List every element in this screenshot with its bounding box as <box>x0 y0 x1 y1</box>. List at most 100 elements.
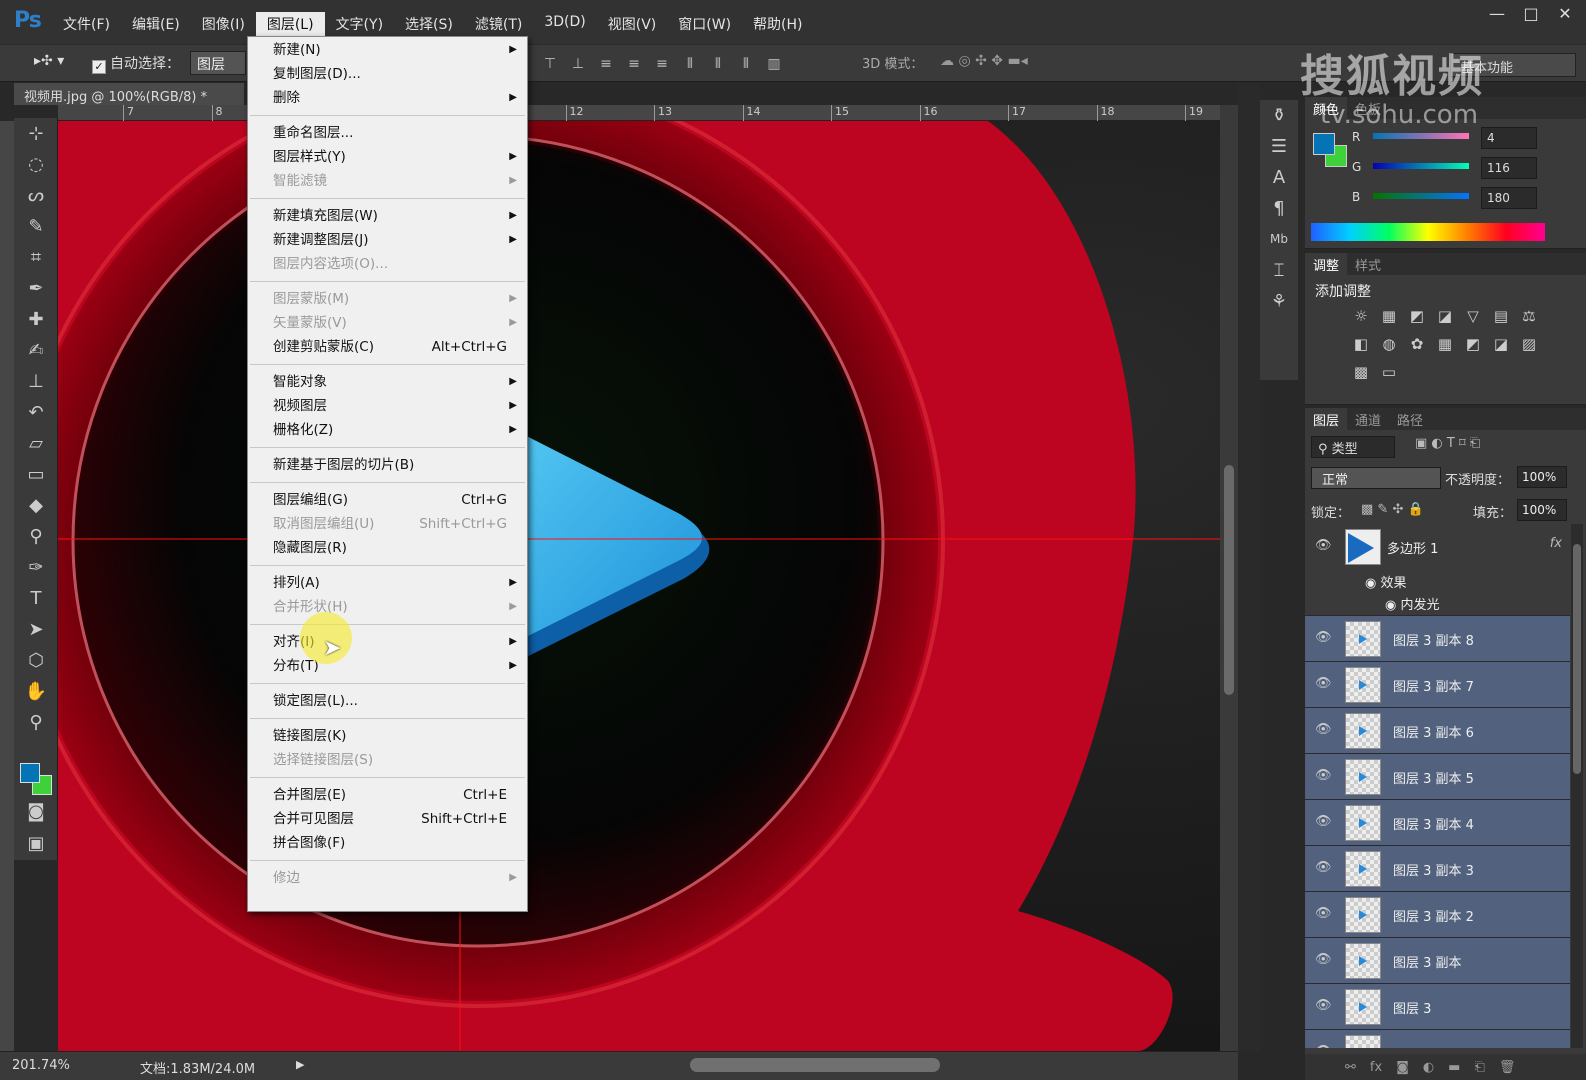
layer-menu-item[interactable]: 栅格化(Z) ▶ <box>248 418 527 442</box>
menu-9[interactable]: 窗口(W) <box>667 12 742 36</box>
marquee-tool-icon[interactable]: ◌ <box>14 149 58 180</box>
minimize-icon[interactable]: — <box>1482 2 1512 26</box>
eye-icon[interactable]: 👁 <box>1315 630 1332 645</box>
distribute-bottom-icon[interactable]: ≡ <box>652 54 672 74</box>
gradient-map-icon[interactable]: ▩ <box>1351 363 1371 385</box>
panel-tab[interactable]: 通道 <box>1347 408 1389 430</box>
gradient-tool-icon[interactable]: ▭ <box>14 459 58 490</box>
paragraph-panel-icon[interactable]: ¶ <box>1260 193 1298 224</box>
adjustment-layer-icon[interactable]: ◐ <box>1423 1060 1434 1075</box>
document-canvas[interactable] <box>58 121 1220 1051</box>
horizontal-scroll-thumb[interactable] <box>690 1058 940 1072</box>
menu-7[interactable]: 3D(D) <box>533 12 596 36</box>
vibrance-icon[interactable]: ▽ <box>1463 307 1483 329</box>
screen-mode-icon[interactable]: ▣ <box>14 828 58 859</box>
layer-menu-item[interactable]: 链接图层(K) <box>248 724 527 748</box>
layer-menu-item[interactable]: 创建剪贴蒙版(C) Alt+Ctrl+G <box>248 335 527 359</box>
exposure-icon[interactable]: ◪ <box>1435 307 1455 329</box>
history-panel-icon[interactable]: ⚱ <box>1260 100 1298 131</box>
history-brush-tool-icon[interactable]: ↶ <box>14 397 58 428</box>
distribute-left-icon[interactable]: ⫴ <box>680 54 700 74</box>
threshold-icon[interactable]: ▨ <box>1519 335 1539 357</box>
layer-menu-item[interactable]: 排列(A) ▶ <box>248 571 527 595</box>
healing-brush-tool-icon[interactable]: ✚ <box>14 304 58 335</box>
layer-menu-item[interactable]: 新建调整图层(J) ▶ <box>248 228 527 252</box>
scroll-thumb[interactable] <box>1224 465 1234 695</box>
layer-row[interactable]: 👁 图层 3 <box>1305 984 1570 1030</box>
foreground-color-swatch[interactable] <box>20 763 40 783</box>
eye-icon[interactable]: 👁 <box>1315 1044 1332 1048</box>
distribute-vcenter-icon[interactable]: ≡ <box>624 54 644 74</box>
green-slider[interactable] <box>1373 163 1469 169</box>
3d-mode-icons[interactable]: ☁ ◎ ✣ ✥ ▬◂ <box>940 53 1028 69</box>
clone-stamp-tool-icon[interactable]: ⊥ <box>14 366 58 397</box>
quick-select-tool-icon[interactable]: ✎ <box>14 211 58 242</box>
align-top-icon[interactable]: ⊤ <box>540 54 560 74</box>
layer-menu-item[interactable]: 删除 ▶ <box>248 86 527 110</box>
pen-tool-icon[interactable]: ✑ <box>14 552 58 583</box>
eye-icon[interactable]: 👁 <box>1315 722 1332 737</box>
layer-menu-item[interactable]: 视频图层 ▶ <box>248 394 527 418</box>
color-lookup-icon[interactable]: ▦ <box>1435 335 1455 357</box>
maximize-icon[interactable]: □ <box>1516 2 1546 26</box>
menu-3[interactable]: 图层(L) <box>255 12 325 36</box>
layer-row[interactable]: 👁 图层 3 副本 5 <box>1305 754 1570 800</box>
panel-tab[interactable]: 图层 <box>1305 408 1348 430</box>
hue-saturation-icon[interactable]: ▤ <box>1491 307 1511 329</box>
fx-icon[interactable]: fx <box>1370 1060 1382 1075</box>
menu-2[interactable]: 图像(I) <box>191 12 256 36</box>
layer-row[interactable]: 👁 图层 3 副本 2 <box>1305 892 1570 938</box>
add-mask-icon[interactable]: ◙ <box>1396 1060 1409 1075</box>
close-icon[interactable]: ✕ <box>1550 2 1580 26</box>
scroll-thumb[interactable] <box>1573 544 1581 774</box>
zoom-level[interactable]: 201.74% <box>12 1058 70 1073</box>
eye-icon[interactable]: 👁 <box>1315 860 1332 875</box>
align-bottom-icon[interactable]: ⊥ <box>568 54 588 74</box>
panel-tab[interactable]: 调整 <box>1305 253 1348 275</box>
lasso-tool-icon[interactable]: ᔕ <box>14 180 58 211</box>
eye-icon[interactable]: 👁 <box>1315 998 1332 1013</box>
lock-icons[interactable]: ▩ ✎ ✣ 🔒 <box>1361 502 1424 517</box>
path-select-tool-icon[interactable]: ➤ <box>14 614 58 645</box>
layer-row[interactable]: 👁 图层 3 副本 3 <box>1305 846 1570 892</box>
auto-select-target-dropdown[interactable]: 图层 <box>190 51 246 75</box>
panel-tab[interactable]: 路径 <box>1389 408 1431 430</box>
eye-icon[interactable]: 👁 <box>1315 676 1332 691</box>
new-layer-icon[interactable]: ⎗ <box>1474 1060 1484 1075</box>
eraser-tool-icon[interactable]: ▱ <box>14 428 58 459</box>
link-layers-icon[interactable]: ⚯ <box>1345 1060 1356 1075</box>
layer-menu-item[interactable]: 图层样式(Y) ▶ <box>248 145 527 169</box>
eyedropper-tool-icon[interactable]: ✒ <box>14 273 58 304</box>
photo-filter-icon[interactable]: ◍ <box>1379 335 1399 357</box>
blue-value-input[interactable]: 180 <box>1481 187 1537 209</box>
blur-tool-icon[interactable]: ◆ <box>14 490 58 521</box>
brush-tool-icon[interactable]: ✍ <box>14 335 58 366</box>
menu-8[interactable]: 视图(V) <box>597 12 668 36</box>
menu-6[interactable]: 滤镜(T) <box>464 12 533 36</box>
quick-mask-icon[interactable]: ◙ <box>14 796 58 827</box>
eye-icon[interactable]: 👁 <box>1315 814 1332 829</box>
eye-icon[interactable]: 👁 <box>1315 952 1332 967</box>
crop-tool-icon[interactable]: ⌗ <box>14 242 58 273</box>
new-group-icon[interactable]: ▬ <box>1448 1060 1460 1075</box>
distribute-right-icon[interactable]: ⫴ <box>736 54 756 74</box>
timeline-panel-icon[interactable]: ⌶ <box>1260 255 1298 286</box>
blue-slider[interactable] <box>1373 193 1469 199</box>
eye-icon[interactable]: 👁 <box>1315 538 1332 553</box>
panel-tab[interactable]: 样式 <box>1347 253 1389 275</box>
layer-menu-item[interactable]: 分布(T) ▶ <box>248 654 527 678</box>
layer-row[interactable]: 👁 图层 3 副本 8 <box>1305 616 1570 662</box>
color-spectrum-bar[interactable] <box>1311 223 1545 241</box>
properties-panel-icon[interactable]: ☰ <box>1260 131 1298 162</box>
opacity-input[interactable]: 100% <box>1517 466 1567 488</box>
layer-row[interactable]: 👁 图层 3 副本 7 <box>1305 662 1570 708</box>
vertical-scrollbar[interactable] <box>1220 105 1238 1051</box>
zoom-tool-icon[interactable]: ⚲ <box>14 707 58 738</box>
layer-row[interactable]: 👁 图层 2 <box>1305 1030 1570 1048</box>
auto-select-checkbox[interactable]: ✓ 自动选择： <box>92 53 180 74</box>
menu-0[interactable]: 文件(F) <box>52 12 121 36</box>
menu-5[interactable]: 选择(S) <box>394 12 464 36</box>
layer-menu-item[interactable]: 新建基于图层的切片(B) <box>248 453 527 477</box>
layer-menu-item[interactable]: 智能对象 ▶ <box>248 370 527 394</box>
black-white-icon[interactable]: ◧ <box>1351 335 1371 357</box>
